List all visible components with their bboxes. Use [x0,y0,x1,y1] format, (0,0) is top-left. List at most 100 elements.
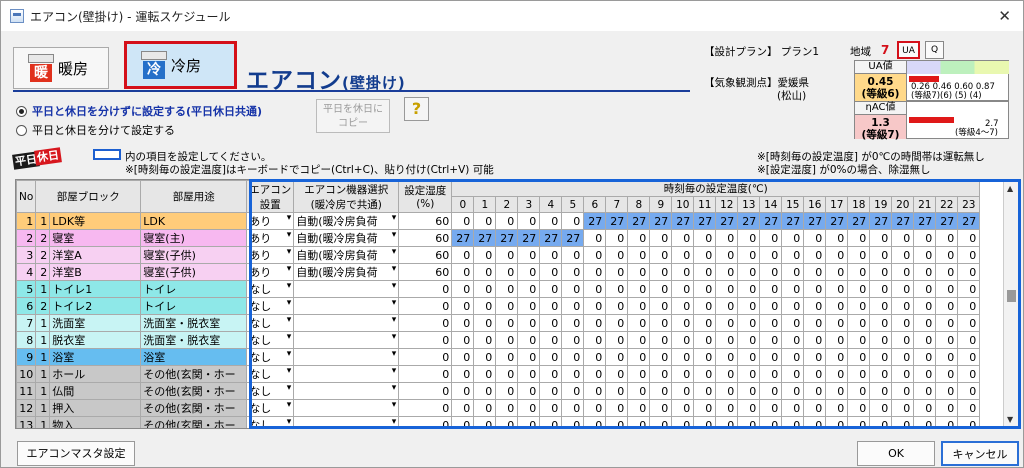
hour-temp-cell[interactable]: 0 [913,365,937,383]
hour-temp-cell[interactable]: 0 [957,416,981,428]
hour-temp-cell[interactable]: 0 [539,246,563,264]
hour-temp-cell[interactable]: 0 [847,399,871,417]
hour-temp-cell[interactable]: 0 [869,229,893,247]
hour-temp-cell[interactable]: 0 [891,297,915,315]
hour-temp-cell[interactable]: 0 [825,365,849,383]
hour-temp-cell[interactable]: 0 [891,280,915,298]
row-humidity[interactable]: 0 [398,331,453,349]
hour-temp-cell[interactable]: 0 [715,297,739,315]
hour-temp-cell[interactable]: 0 [825,246,849,264]
hour-temp-cell[interactable]: 0 [957,314,981,332]
row-ac-select[interactable]: あり [246,212,295,230]
hour-temp-cell[interactable]: 0 [517,399,541,417]
hour-temp-cell[interactable]: 0 [451,297,475,315]
row-ac-select[interactable]: なし [246,365,295,383]
scroll-up-icon[interactable]: ▲ [1007,184,1013,193]
hour-temp-cell[interactable]: 0 [561,382,585,400]
hour-temp-cell[interactable]: 0 [517,416,541,428]
hour-temp-cell[interactable]: 0 [451,280,475,298]
hour-temp-cell[interactable]: 0 [781,246,805,264]
hour-temp-cell[interactable]: 0 [495,365,519,383]
hour-temp-cell[interactable]: 0 [781,365,805,383]
hour-temp-cell[interactable]: 0 [561,399,585,417]
hour-temp-cell[interactable]: 0 [451,331,475,349]
hour-temp-cell[interactable]: 0 [935,229,959,247]
hour-temp-cell[interactable]: 0 [473,314,497,332]
hour-temp-cell[interactable]: 0 [759,348,783,366]
hour-temp-cell[interactable]: 0 [935,314,959,332]
hour-temp-cell[interactable]: 0 [869,280,893,298]
hour-temp-cell[interactable]: 0 [539,297,563,315]
hour-temp-cell[interactable]: 0 [451,263,475,281]
hour-temp-cell[interactable]: 0 [627,229,651,247]
hour-temp-cell[interactable]: 0 [935,246,959,264]
hour-temp-cell[interactable]: 0 [583,229,607,247]
hour-temp-cell[interactable]: 0 [649,365,673,383]
hour-temp-cell[interactable]: 0 [583,416,607,428]
hour-temp-cell[interactable]: 0 [605,263,629,281]
hour-temp-cell[interactable]: 0 [539,382,563,400]
hour-temp-cell[interactable]: 0 [737,263,761,281]
hour-temp-cell[interactable]: 0 [869,348,893,366]
hour-temp-cell[interactable]: 0 [781,348,805,366]
ac-master-settings-button[interactable]: エアコンマスタ設定 [17,441,135,466]
hour-temp-cell[interactable]: 0 [891,331,915,349]
hour-temp-cell[interactable]: 0 [605,365,629,383]
hour-temp-cell[interactable]: 0 [803,263,827,281]
hour-temp-cell[interactable]: 0 [671,416,695,428]
hour-temp-cell[interactable]: 0 [517,348,541,366]
hour-temp-cell[interactable]: 0 [847,297,871,315]
hour-temp-cell[interactable]: 27 [935,212,959,230]
radio-common-schedule[interactable]: 平日と休日を分けずに設定する(平日休日共通) [16,103,262,119]
row-humidity[interactable]: 0 [398,280,453,298]
close-icon[interactable]: ✕ [998,7,1011,25]
hour-temp-cell[interactable]: 0 [649,416,673,428]
hour-temp-cell[interactable]: 0 [913,331,937,349]
hour-temp-cell[interactable]: 0 [605,280,629,298]
hour-temp-cell[interactable]: 0 [495,314,519,332]
hour-temp-cell[interactable]: 0 [539,314,563,332]
row-humidity[interactable]: 60 [398,263,453,281]
hour-temp-cell[interactable]: 0 [825,229,849,247]
hour-temp-cell[interactable]: 0 [671,263,695,281]
hour-temp-cell[interactable]: 0 [451,212,475,230]
hour-temp-cell[interactable]: 0 [825,399,849,417]
row-ac-select[interactable]: あり [246,229,295,247]
row-ac-select[interactable]: なし [246,280,295,298]
hour-temp-cell[interactable]: 0 [759,365,783,383]
help-button[interactable]: ? [404,97,429,121]
hour-temp-cell[interactable]: 0 [847,246,871,264]
hour-temp-cell[interactable]: 0 [649,382,673,400]
hour-temp-cell[interactable]: 0 [473,263,497,281]
hour-temp-cell[interactable]: 0 [671,399,695,417]
hour-temp-cell[interactable]: 0 [539,399,563,417]
hour-temp-cell[interactable]: 0 [891,263,915,281]
hour-temp-cell[interactable]: 0 [847,348,871,366]
hour-temp-cell[interactable]: 0 [737,399,761,417]
hour-temp-cell[interactable]: 0 [495,348,519,366]
hour-temp-cell[interactable]: 0 [605,246,629,264]
row-ac-select[interactable]: なし [246,348,295,366]
row-ac-select[interactable]: なし [246,297,295,315]
hour-temp-cell[interactable]: 0 [605,348,629,366]
row-humidity[interactable]: 60 [398,212,453,230]
hour-temp-cell[interactable]: 0 [715,331,739,349]
hour-temp-cell[interactable]: 0 [869,331,893,349]
hour-temp-cell[interactable]: 0 [803,365,827,383]
hour-temp-cell[interactable]: 27 [539,229,563,247]
hour-temp-cell[interactable]: 0 [891,416,915,428]
hour-temp-cell[interactable]: 0 [869,297,893,315]
hour-temp-cell[interactable]: 0 [715,382,739,400]
hour-temp-cell[interactable]: 0 [539,348,563,366]
hour-temp-cell[interactable]: 0 [627,263,651,281]
hour-temp-cell[interactable]: 0 [825,416,849,428]
hour-temp-cell[interactable]: 0 [671,365,695,383]
hour-temp-cell[interactable]: 0 [803,399,827,417]
row-ac-select[interactable]: あり [246,246,295,264]
hour-temp-cell[interactable]: 0 [847,280,871,298]
hour-temp-cell[interactable]: 0 [847,229,871,247]
hour-temp-cell[interactable]: 0 [539,416,563,428]
hour-temp-cell[interactable]: 0 [891,365,915,383]
cooling-mode-button[interactable]: 冷 冷房 [124,41,237,89]
hour-temp-cell[interactable]: 0 [715,348,739,366]
